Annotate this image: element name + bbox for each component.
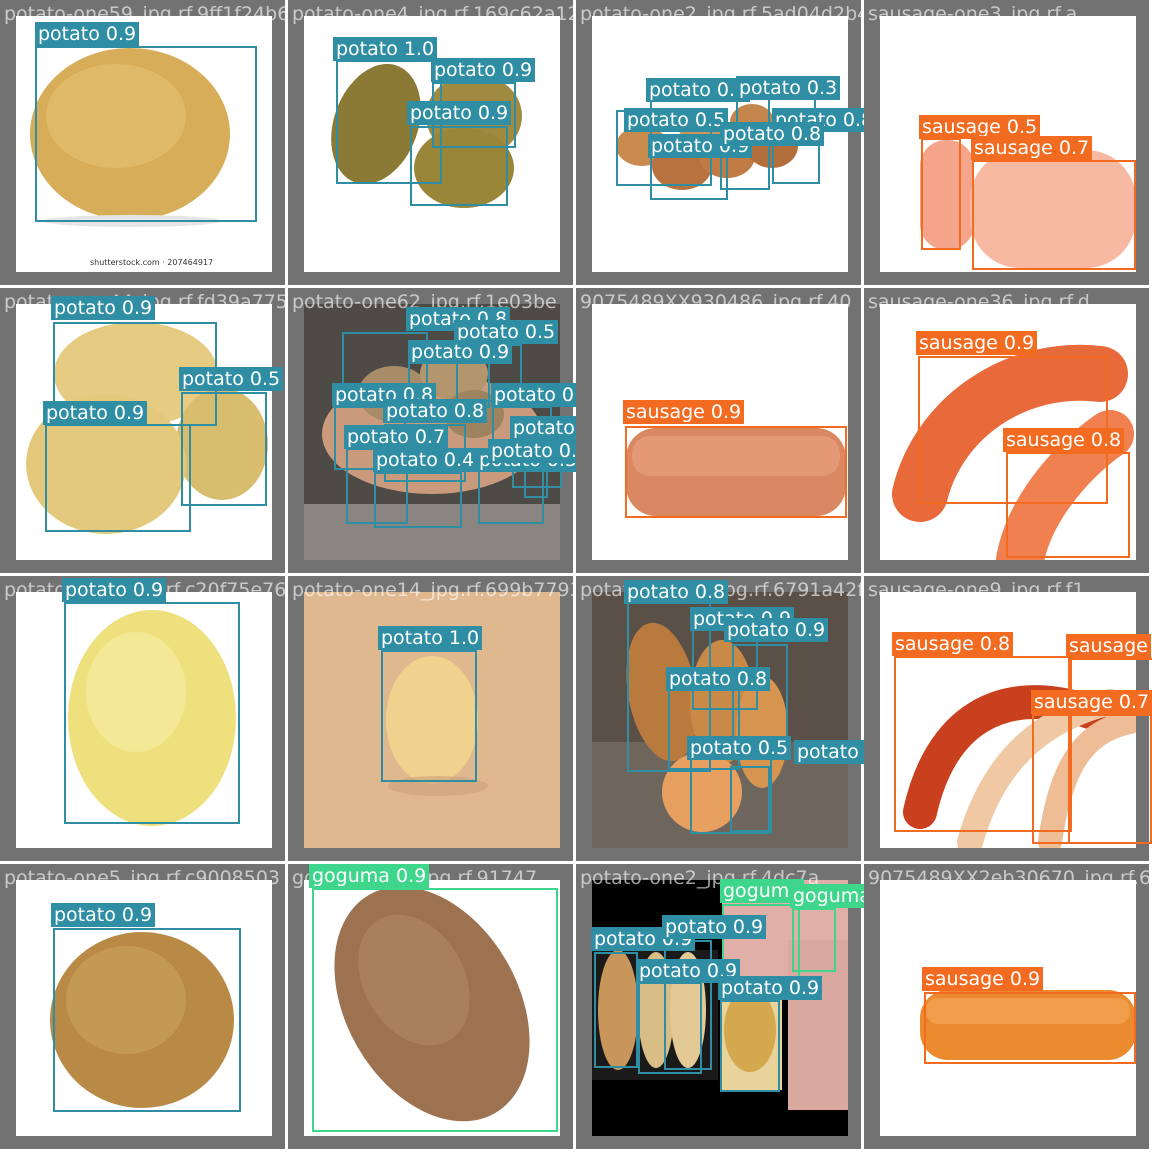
- detection-box-potato: [381, 650, 477, 782]
- detection-box-goguma: [792, 908, 836, 972]
- detection-results-grid: shutterstock.com · 207464917 potato-one5…: [0, 0, 1152, 1152]
- tile-16: 9075489XX2eb30670_jpg.rf.6 sausage 0.9: [864, 864, 1152, 1152]
- detection-label: sausage 0.8: [1003, 428, 1125, 452]
- detection-label: potato 0.8: [624, 580, 729, 604]
- detection-box-potato: [181, 392, 267, 506]
- detection-box-goguma: [312, 888, 558, 1132]
- tile-2: potato-one4_jpg.rf.169c62a12fd0e3d478 po…: [288, 0, 576, 288]
- image-filename: potato-one14_jpg.rf.699b7793: [292, 579, 576, 601]
- detection-box-potato: [53, 928, 241, 1112]
- detection-box-sausage: [921, 138, 961, 250]
- tile-8: sausage-one36_jpg.rf.d sausage 0.9 sausa…: [864, 288, 1152, 576]
- detection-box-potato: [374, 472, 462, 528]
- detection-box-sausage: [1032, 714, 1152, 844]
- detection-label: potato 0.5: [510, 416, 576, 440]
- tile-11: potato-one33_jpg.rf.6791a42f potato 0.8 …: [576, 576, 864, 864]
- tile-6: potato-one62_jpg.rf.1e03be potato 0.8 po…: [288, 288, 576, 576]
- detection-box-potato: [410, 126, 508, 206]
- tile-12: sausage-one9_jpg.rf.f1 sausage 0.8 sausa…: [864, 576, 1152, 864]
- tile-15: potato-one2_jpg.rf.4dc7a potato 0.9 gogu…: [576, 864, 864, 1152]
- tile-9: potato-one8_jpg.rf.c20f75e76ad3a4427 pot…: [0, 576, 288, 864]
- detection-label: potato 0.7: [344, 425, 449, 449]
- detection-box-sausage: [625, 426, 847, 518]
- image-filename: 9075489XX2eb30670_jpg.rf.6: [868, 867, 1152, 889]
- detection-label: sausage 0.7: [1031, 690, 1152, 714]
- detection-label: potato 0.3: [736, 76, 841, 100]
- image-filename: potato-one4_jpg.rf.169c62a12fd0e3d478: [292, 3, 576, 25]
- tile-1: shutterstock.com · 207464917 potato-one5…: [0, 0, 288, 288]
- watermark-text: shutterstock.com · 207464917: [90, 258, 214, 267]
- detection-label: potato 0.5: [687, 736, 792, 760]
- detection-label: potato 0.8: [666, 667, 771, 691]
- tile-4: sausage-one3_jpg.rf.a sausage 0.5 sausag…: [864, 0, 1152, 288]
- image-filename: potato-one2_jpg.rf.5ad04d2b4206558_10507: [580, 3, 864, 25]
- detection-box-potato: [45, 424, 191, 532]
- detection-label: potato 0.6: [794, 740, 864, 764]
- detection-label: sausage 0.9: [916, 331, 1038, 355]
- detection-label: potato 0.9: [662, 915, 767, 939]
- detection-box-sausage: [972, 160, 1136, 270]
- detection-label: potato 0.8: [720, 122, 825, 146]
- detection-label: sausage 0.8: [892, 632, 1014, 656]
- detection-label: potato 0.9: [718, 976, 823, 1000]
- image-filename: potato-one5_jpg.rf.c9008503: [4, 867, 281, 889]
- detection-box-potato: [638, 982, 702, 1074]
- detection-label: sausage 0.9: [922, 967, 1044, 991]
- detection-box-sausage: [924, 992, 1136, 1064]
- tile-13: potato-one5_jpg.rf.c9008503 potato 0.9: [0, 864, 288, 1152]
- image-filename: sausage-one3_jpg.rf.a: [868, 3, 1078, 25]
- tile-14: goguma-one_jpg.rf.91747 goguma 0.9: [288, 864, 576, 1152]
- detection-box-potato: [64, 602, 240, 824]
- image-filename: sausage-one9_jpg.rf.f1: [868, 579, 1085, 601]
- detection-label: potato 0.5: [179, 367, 284, 391]
- tile-5: potato-one44_jpg.rf.fd39a775a160c9467 po…: [0, 288, 288, 576]
- detection-label: potato 0.9: [51, 903, 156, 927]
- image-filename: 9075489XX930486_jpg.rf.40: [580, 291, 852, 313]
- tile-3: potato-one2_jpg.rf.5ad04d2b4206558_10507…: [576, 0, 864, 288]
- tile-7: 9075489XX930486_jpg.rf.40 sausage 0.9: [576, 288, 864, 576]
- detection-label: potato 0.4: [373, 448, 478, 472]
- detection-label: potato 0.9: [431, 58, 536, 82]
- detection-label: sausage: [1066, 634, 1151, 658]
- detection-label: potato 0.9: [43, 401, 148, 425]
- detection-label: potato 0.8: [383, 399, 488, 423]
- detection-label: potato 0.9: [646, 78, 751, 102]
- detection-label: potato 0.9: [408, 340, 513, 364]
- tile-10: potato-one14_jpg.rf.699b7793 potato 1.0: [288, 576, 576, 864]
- detection-label: sausage 0.9: [623, 400, 745, 424]
- detection-label: goguma 0.5: [790, 884, 864, 908]
- detection-label: goguma 0.9: [309, 864, 430, 888]
- detection-label: potato 0.5: [624, 108, 729, 132]
- detection-label: potato 1.0: [333, 37, 438, 61]
- detection-label: potato 0.9: [724, 618, 829, 642]
- detection-box-potato: [35, 46, 257, 222]
- detection-label: potato 0.7: [488, 439, 576, 463]
- detection-label: sausage 0.7: [971, 136, 1093, 160]
- detection-box-potato: [730, 766, 770, 832]
- detection-label: potato 1.0: [378, 626, 483, 650]
- detection-label: potato 0.9: [35, 22, 140, 46]
- detection-box-sausage: [1006, 452, 1130, 558]
- detection-label: potato 0.9: [51, 296, 156, 320]
- detection-label: potato 0.4: [491, 383, 576, 407]
- image-filename: sausage-one36_jpg.rf.d: [868, 291, 1090, 313]
- detection-label: potato 0.9: [62, 578, 167, 602]
- detection-box-potato: [720, 1000, 780, 1092]
- detection-box-potato: [594, 952, 638, 1068]
- detection-label: potato 0.9: [407, 101, 512, 125]
